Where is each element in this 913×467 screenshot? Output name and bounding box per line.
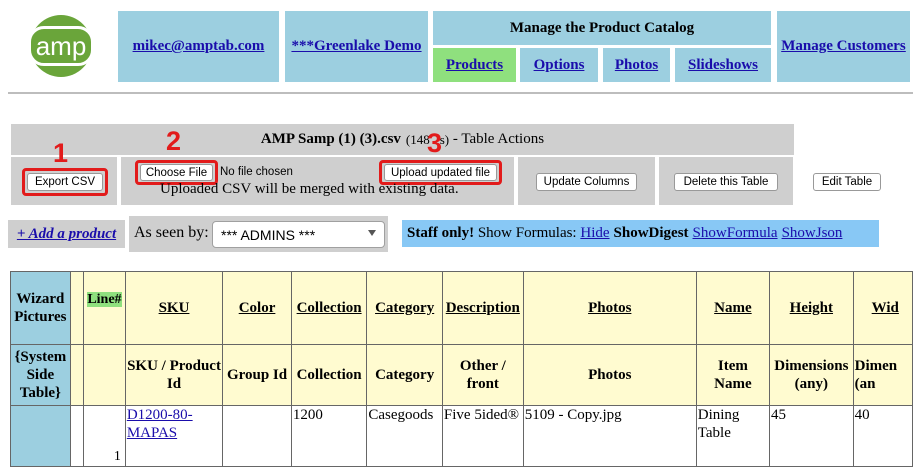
tab-products[interactable]: Products	[433, 48, 516, 82]
header-width-link[interactable]: Wid	[872, 300, 899, 316]
sku-link[interactable]: D1200-80-MAPAS	[127, 407, 193, 441]
header-category[interactable]: Category	[366, 271, 443, 345]
show-digest-label: ShowDigest	[613, 225, 689, 241]
viewer-select[interactable]: *** ADMINS ***	[212, 221, 385, 248]
cell-description[interactable]: Five 5ided®	[441, 405, 524, 467]
tab-slideshows[interactable]: Slideshows	[675, 48, 771, 82]
subheader-category: Category	[366, 344, 443, 406]
subheader-height: Dimensions (any)	[769, 344, 854, 406]
product-table: Wizard Pictures Line# SKU Color Collecti…	[10, 271, 913, 467]
table-file-name: AMP Samp (1) (3).csv	[260, 131, 401, 147]
cell-collection[interactable]: 1200	[290, 405, 368, 467]
callout-3: 3	[427, 128, 443, 158]
spacer-cell	[69, 271, 85, 345]
viewer-select-value: *** ADMINS ***	[221, 226, 316, 243]
side-data-cell	[10, 405, 71, 467]
staff-formulas-bar: Staff only! Show Formulas: Hide ShowDige…	[402, 220, 879, 247]
catalog-title-cell: Manage the Product Catalog	[433, 11, 771, 45]
header-height-link[interactable]: Height	[790, 300, 833, 316]
logo[interactable]: amp	[27, 15, 95, 77]
header-height[interactable]: Height	[769, 271, 854, 345]
staff-only-label: Staff only!	[407, 225, 475, 241]
header-collection-link[interactable]: Collection	[297, 300, 362, 316]
merge-note: Uploaded CSV will be merged with existin…	[160, 181, 459, 197]
cell-height[interactable]: 45	[769, 405, 854, 467]
spacer-cell	[69, 405, 85, 467]
header-divider	[8, 92, 913, 94]
header-line-cell: Line#	[83, 271, 126, 345]
header-description[interactable]: Description	[441, 271, 524, 345]
header-color-link[interactable]: Color	[239, 300, 276, 316]
header-photos-link[interactable]: Photos	[588, 300, 631, 316]
header-category-link[interactable]: Category	[375, 300, 434, 316]
show-formulas-label: Show Formulas:	[474, 225, 581, 241]
tab-options[interactable]: Options	[520, 48, 598, 82]
hide-formulas-link[interactable]: Hide	[580, 225, 609, 242]
tab-photos[interactable]: Photos	[603, 48, 670, 82]
subheader-collection: Collection	[290, 344, 368, 406]
logo-badge: amp	[27, 26, 95, 66]
export-csv-button[interactable]: Export CSV	[27, 173, 103, 191]
update-columns-button[interactable]: Update Columns	[536, 173, 637, 191]
header-description-link[interactable]: Description	[446, 300, 520, 316]
tab-options-link[interactable]: Options	[534, 57, 585, 74]
cell-color[interactable]	[222, 405, 292, 467]
header-name[interactable]: Name	[695, 271, 771, 345]
subheader-line	[83, 344, 126, 406]
wizard-pictures-header: Wizard Pictures	[14, 291, 67, 325]
subheader-description: Other / front	[441, 344, 524, 406]
callout-1: 1	[53, 138, 69, 168]
subheader-width: Dimen (an	[852, 344, 913, 406]
delete-table-button[interactable]: Delete this Table	[674, 173, 778, 191]
subheader-photos: Photos	[522, 344, 697, 406]
header-sku[interactable]: SKU	[124, 271, 224, 345]
table-row: 1 D1200-80-MAPAS 1200 Casegoods Five 5id…	[10, 405, 913, 467]
no-file-chosen-label: No file chosen	[220, 166, 293, 178]
system-side-table-label: {System Side Table}	[14, 349, 67, 401]
nav-demo-cell: ***Greenlake Demo	[285, 11, 428, 82]
cell-line: 1	[83, 405, 126, 467]
add-product-cell: + Add a product	[8, 220, 125, 248]
tab-photos-link[interactable]: Photos	[615, 57, 658, 74]
header-sku-link[interactable]: SKU	[159, 300, 190, 316]
side-sub-cell: {System Side Table}	[10, 344, 71, 406]
upload-updated-file-button[interactable]: Upload updated file	[384, 164, 497, 181]
logo-text: amp	[35, 31, 87, 61]
subheader-name: Item Name	[695, 344, 771, 406]
as-seen-by-label: As seen by:	[134, 224, 209, 241]
subheader-sku: SKU / Product Id	[124, 344, 224, 406]
cell-sku: D1200-80-MAPAS	[124, 405, 224, 467]
header-name-link[interactable]: Name	[714, 300, 752, 316]
callout-2: 2	[166, 126, 182, 156]
user-email-link[interactable]: mikec@amptab.com	[133, 38, 265, 55]
show-json-link[interactable]: ShowJson	[782, 225, 843, 242]
header-collection[interactable]: Collection	[290, 271, 368, 345]
side-header-cell: Wizard Pictures	[10, 271, 71, 345]
cell-width[interactable]: 40	[852, 405, 913, 467]
table-actions-header: AMP Samp (1) (3).csv (148 s) - Table Act…	[11, 124, 794, 155]
cell-photos[interactable]: 5109 - Copy.jpg	[522, 405, 697, 467]
spacer-cell	[69, 344, 85, 406]
header-color[interactable]: Color	[222, 271, 292, 345]
cell-name[interactable]: Dining Table	[695, 405, 771, 467]
cell-category[interactable]: Casegoods	[366, 405, 443, 467]
demo-link[interactable]: ***Greenlake Demo	[291, 38, 421, 55]
header-photos[interactable]: Photos	[522, 271, 697, 345]
header-line: Line#	[87, 292, 122, 307]
header-width[interactable]: Wid	[852, 271, 913, 345]
edit-table-button[interactable]: Edit Table	[813, 173, 881, 191]
tab-slideshows-link[interactable]: Slideshows	[688, 57, 758, 74]
choose-file-button[interactable]: Choose File	[140, 164, 213, 181]
add-product-link[interactable]: + Add a product	[17, 226, 116, 243]
chevron-down-icon	[368, 230, 376, 236]
table-actions-suffix: - Table Actions	[449, 131, 545, 147]
tab-products-link[interactable]: Products	[446, 57, 503, 74]
catalog-title: Manage the Product Catalog	[509, 19, 695, 36]
show-formula-link[interactable]: ShowFormula	[693, 225, 778, 242]
manage-customers-link[interactable]: Manage Customers	[781, 38, 906, 55]
nav-customers-cell: Manage Customers	[777, 11, 910, 82]
nav-email-cell: mikec@amptab.com	[118, 11, 279, 82]
subheader-color: Group Id	[222, 344, 292, 406]
